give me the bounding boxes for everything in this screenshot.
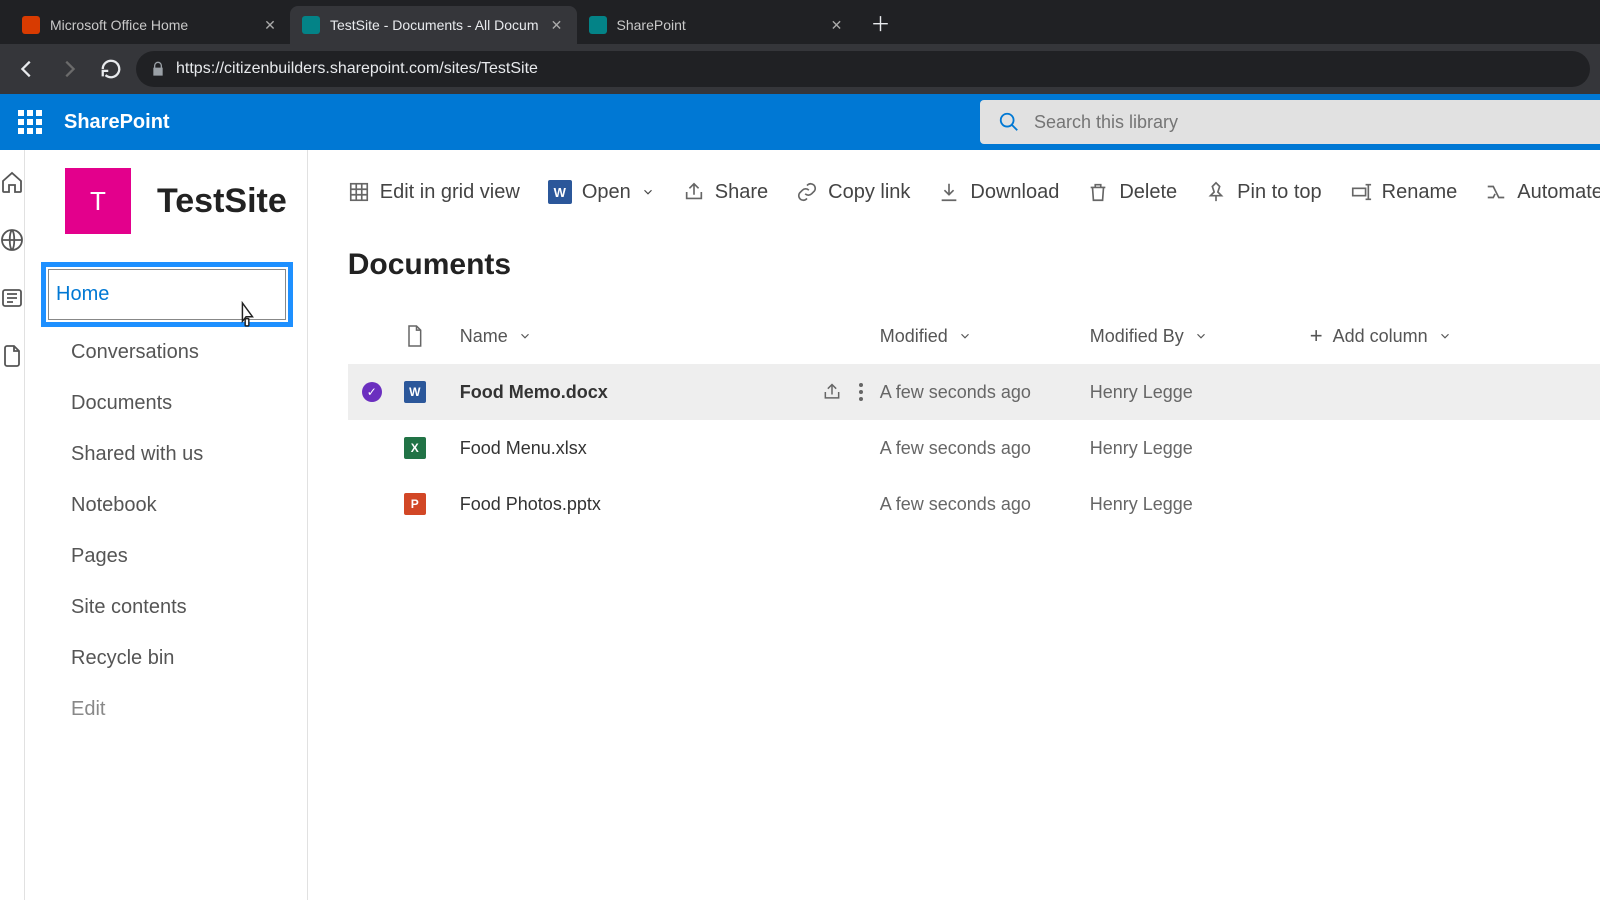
modified-cell: A few seconds ago xyxy=(880,494,1090,515)
file-name[interactable]: Food Memo.docx xyxy=(460,382,608,403)
download-icon xyxy=(938,181,960,203)
url-text: https://citizenbuilders.sharepoint.com/s… xyxy=(176,60,538,78)
main-area: Edit in grid view W Open Share Copy link… xyxy=(308,150,1600,900)
site-header: T TestSite xyxy=(65,168,287,234)
close-icon[interactable]: ✕ xyxy=(829,17,845,33)
nav-label: Home xyxy=(56,283,109,305)
table-row[interactable]: ✓ W Food Memo.docx A few seconds ago Hen… xyxy=(348,364,1600,420)
forward-button[interactable] xyxy=(52,52,86,86)
search-box[interactable] xyxy=(980,100,1600,144)
column-name[interactable]: Name xyxy=(460,326,880,347)
back-button[interactable] xyxy=(10,52,44,86)
modified-cell: A few seconds ago xyxy=(880,438,1090,459)
grid-icon xyxy=(348,181,370,203)
download-button[interactable]: Download xyxy=(938,181,1059,204)
column-modified[interactable]: Modified xyxy=(880,326,1090,347)
trash-icon xyxy=(1087,181,1109,203)
add-column-button[interactable]: +Add column xyxy=(1310,323,1510,349)
link-icon xyxy=(796,181,818,203)
reload-button[interactable] xyxy=(94,52,128,86)
modified-by-cell: Henry Legge xyxy=(1090,438,1310,459)
nav-conversations[interactable]: Conversations xyxy=(65,327,287,378)
home-icon[interactable] xyxy=(0,170,24,194)
search-icon xyxy=(998,111,1020,133)
pin-button[interactable]: Pin to top xyxy=(1205,181,1322,204)
lock-icon xyxy=(150,61,166,77)
browser-tab[interactable]: SharePoint ✕ xyxy=(577,6,857,44)
rename-icon xyxy=(1350,181,1372,203)
modified-by-cell: Henry Legge xyxy=(1090,494,1310,515)
share-button[interactable]: Share xyxy=(683,181,768,204)
open-button[interactable]: W Open xyxy=(548,180,655,204)
pin-icon xyxy=(1205,181,1227,203)
tab-favicon xyxy=(22,16,40,34)
site-badge: T xyxy=(65,168,131,234)
nav-shared[interactable]: Shared with us xyxy=(65,429,287,480)
suite-title[interactable]: SharePoint xyxy=(64,111,170,134)
rename-button[interactable]: Rename xyxy=(1350,181,1458,204)
column-modified-by[interactable]: Modified By xyxy=(1090,326,1310,347)
rail-nav xyxy=(0,150,25,900)
browser-toolbar: https://citizenbuilders.sharepoint.com/s… xyxy=(0,44,1600,94)
automate-button[interactable]: Automate xyxy=(1485,181,1600,204)
copylink-button[interactable]: Copy link xyxy=(796,181,910,204)
search-input[interactable] xyxy=(1034,112,1582,133)
modified-by-cell: Henry Legge xyxy=(1090,382,1310,403)
nav-notebook[interactable]: Notebook xyxy=(65,480,287,531)
table-row[interactable]: X Food Menu.xlsx A few seconds ago Henry… xyxy=(348,420,1600,476)
files-icon[interactable] xyxy=(0,344,24,368)
globe-icon[interactable] xyxy=(0,228,24,252)
file-name[interactable]: Food Menu.xlsx xyxy=(460,438,587,459)
chevron-down-icon xyxy=(641,185,655,199)
nav-site-contents[interactable]: Site contents xyxy=(65,582,287,633)
flow-icon xyxy=(1485,181,1507,203)
browser-tab[interactable]: Microsoft Office Home ✕ xyxy=(10,6,290,44)
close-icon[interactable]: ✕ xyxy=(262,17,278,33)
cursor-icon xyxy=(236,301,258,327)
browser-tab-strip: Microsoft Office Home ✕ TestSite - Docum… xyxy=(0,0,1600,44)
nav-home[interactable]: Home xyxy=(41,262,293,327)
tab-title: Microsoft Office Home xyxy=(50,17,252,33)
delete-button[interactable]: Delete xyxy=(1087,181,1177,204)
file-type-icon: P xyxy=(404,493,426,515)
nav-edit[interactable]: Edit xyxy=(65,684,287,735)
filetype-column-icon[interactable] xyxy=(404,324,460,348)
site-title[interactable]: TestSite xyxy=(157,182,287,221)
share-row-icon[interactable] xyxy=(822,382,842,402)
share-icon xyxy=(683,181,705,203)
modified-cell: A few seconds ago xyxy=(880,382,1090,403)
address-bar[interactable]: https://citizenbuilders.sharepoint.com/s… xyxy=(136,51,1590,87)
edit-grid-button[interactable]: Edit in grid view xyxy=(348,181,520,204)
file-type-icon: X xyxy=(404,437,426,459)
left-nav: Home Conversations Documents Shared with… xyxy=(65,262,287,735)
tab-favicon xyxy=(302,16,320,34)
tab-title: SharePoint xyxy=(617,17,819,33)
file-name[interactable]: Food Photos.pptx xyxy=(460,494,601,515)
nav-recycle-bin[interactable]: Recycle bin xyxy=(65,633,287,684)
nav-documents[interactable]: Documents xyxy=(65,378,287,429)
word-icon: W xyxy=(548,180,572,204)
tab-favicon xyxy=(589,16,607,34)
browser-tab-active[interactable]: TestSite - Documents - All Docum ✕ xyxy=(290,6,577,44)
suite-header: SharePoint xyxy=(0,94,1600,150)
left-column: T TestSite Home Conversations Documents … xyxy=(25,150,308,900)
close-icon[interactable]: ✕ xyxy=(549,17,565,33)
command-bar: Edit in grid view W Open Share Copy link… xyxy=(348,150,1600,234)
file-type-icon: W xyxy=(404,381,426,403)
tab-title: TestSite - Documents - All Docum xyxy=(330,17,539,33)
table-row[interactable]: P Food Photos.pptx A few seconds ago Hen… xyxy=(348,476,1600,532)
table-header: Name Modified Modified By +Add column xyxy=(348,308,1600,364)
new-tab-button[interactable]: ＋ xyxy=(865,6,897,38)
selected-check-icon[interactable]: ✓ xyxy=(362,382,382,402)
nav-pages[interactable]: Pages xyxy=(65,531,287,582)
page-title: Documents xyxy=(348,248,1600,282)
more-icon[interactable] xyxy=(858,382,864,402)
app-launcher-icon[interactable] xyxy=(12,104,48,140)
news-icon[interactable] xyxy=(0,286,24,310)
